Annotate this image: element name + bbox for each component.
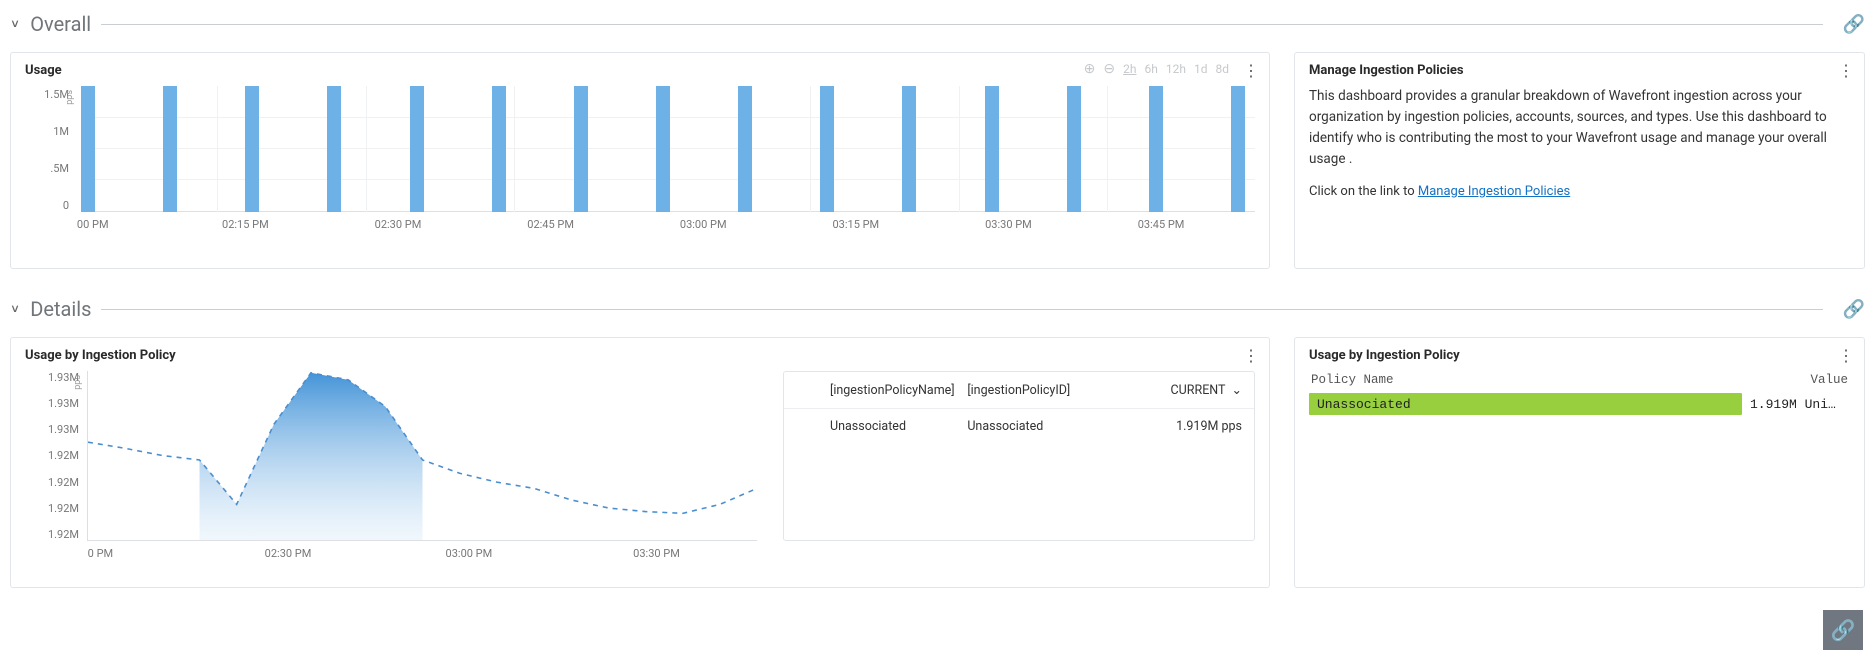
- bar: [902, 86, 916, 212]
- x-tick: 03:45 PM: [1138, 218, 1185, 231]
- x-tick: 03:00 PM: [446, 547, 493, 560]
- x-tick: 03:30 PM: [985, 218, 1032, 231]
- y-tick: 1.92M: [25, 476, 79, 489]
- y-tick: 1.92M: [25, 528, 79, 541]
- bar: [163, 86, 177, 212]
- time-range-6h[interactable]: 6h: [1145, 62, 1158, 76]
- col-value: Value: [1810, 373, 1848, 387]
- time-range-1d[interactable]: 1d: [1194, 62, 1208, 76]
- y-tick: 1M: [53, 125, 69, 138]
- col-policy-name[interactable]: [ingestionPolicyName]: [830, 383, 967, 398]
- bar: [985, 86, 999, 212]
- bar: [245, 86, 259, 212]
- policy-area-chart: pps 1.93M 1.93M 1.93M 1.92M 1.92M 1.92M …: [25, 371, 765, 571]
- divider: [101, 24, 1822, 25]
- chevron-down-icon: ∨: [10, 303, 20, 316]
- legend-current: 1.919M pps: [1105, 419, 1242, 434]
- card-title: Manage Ingestion Policies: [1309, 63, 1850, 78]
- permalink-button[interactable]: 🔗: [1823, 610, 1863, 650]
- card-menu-icon[interactable]: ⋮: [1838, 61, 1854, 80]
- card-title: Usage: [25, 63, 1255, 78]
- bar: [327, 86, 341, 212]
- x-tick: 03:15 PM: [832, 218, 879, 231]
- card-menu-icon[interactable]: ⋮: [1243, 61, 1259, 80]
- legend-name: Unassociated: [830, 419, 967, 434]
- y-axis-unit: pps: [73, 375, 83, 390]
- time-range-12h[interactable]: 12h: [1166, 62, 1186, 76]
- y-tick: 1.92M: [25, 502, 79, 515]
- bar: [1149, 86, 1163, 212]
- time-range-8d[interactable]: 8d: [1215, 62, 1229, 76]
- divider: [101, 309, 1822, 310]
- section-header-overall[interactable]: ∨ Overall 🔗: [10, 12, 1865, 36]
- section-title: Overall: [30, 12, 91, 36]
- row-name: Unassociated: [1317, 397, 1411, 412]
- bar: [574, 86, 588, 212]
- chevron-down-icon: ∨: [10, 18, 20, 31]
- bar: [656, 86, 670, 212]
- x-tick: 00 PM: [77, 218, 109, 231]
- info-link-prefix: Click on the link to: [1309, 184, 1418, 199]
- legend-row[interactable]: Unassociated Unassociated 1.919M pps: [784, 409, 1254, 444]
- info-card: Manage Ingestion Policies ⋮ This dashboa…: [1294, 52, 1865, 269]
- usage-bar-chart: pps 1.5M 1M .5M 0 00 PM: [25, 86, 1255, 256]
- card-menu-icon[interactable]: ⋮: [1243, 346, 1259, 365]
- info-body: This dashboard provides a granular break…: [1309, 86, 1850, 170]
- bar: [738, 86, 752, 212]
- manage-policies-link[interactable]: Manage Ingestion Policies: [1418, 184, 1570, 199]
- x-tick: 02:30 PM: [375, 218, 422, 231]
- y-tick: 1.93M: [25, 423, 79, 436]
- bar: [81, 86, 95, 212]
- policy-legend-table: [ingestionPolicyName] [ingestionPolicyID…: [783, 371, 1255, 541]
- x-tick: 02:30 PM: [265, 547, 312, 560]
- bar: [410, 86, 424, 212]
- link-icon: 🔗: [1831, 618, 1856, 642]
- col-policy-name: Policy Name: [1311, 373, 1394, 387]
- card-title: Usage by Ingestion Policy: [1309, 348, 1850, 363]
- zoom-out-icon[interactable]: ⊖: [1103, 61, 1115, 77]
- row-value: 1.919M Uni…: [1742, 397, 1850, 412]
- legend-id: Unassociated: [967, 419, 1104, 434]
- x-tick: 02:45 PM: [527, 218, 574, 231]
- policy-table-card: Usage by Ingestion Policy ⋮ Policy Name …: [1294, 337, 1865, 588]
- bar: [820, 86, 834, 212]
- value-bar: Unassociated: [1309, 393, 1742, 415]
- bar: [1231, 86, 1245, 212]
- chevron-down-icon: ⌄: [1232, 382, 1242, 398]
- info-link-line: Click on the link to Manage Ingestion Po…: [1309, 184, 1850, 199]
- bar: [492, 86, 506, 212]
- y-tick: .5M: [50, 162, 69, 175]
- bar: [1067, 86, 1081, 212]
- x-tick: 03:00 PM: [680, 218, 727, 231]
- card-title: Usage by Ingestion Policy: [25, 348, 1255, 363]
- policy-chart-card: Usage by Ingestion Policy ⋮ pps 1.93M 1.…: [10, 337, 1270, 588]
- y-tick: 1.93M: [25, 371, 79, 384]
- y-tick: 1.92M: [25, 449, 79, 462]
- zoom-in-icon[interactable]: ⊕: [1084, 61, 1096, 77]
- x-tick: 02:15 PM: [222, 218, 269, 231]
- x-tick: 03:30 PM: [633, 547, 680, 560]
- y-tick: 1.93M: [25, 397, 79, 410]
- time-range-controls: ⊕ ⊖ 2h 6h 12h 1d 8d: [1084, 61, 1229, 77]
- col-current[interactable]: CURRENT ⌄: [1105, 382, 1242, 398]
- table-row[interactable]: Unassociated 1.919M Uni…: [1309, 393, 1850, 415]
- x-tick: 0 PM: [88, 547, 113, 560]
- col-policy-id[interactable]: [ingestionPolicyID]: [967, 383, 1104, 398]
- section-title: Details: [30, 297, 91, 321]
- usage-card: Usage ⊕ ⊖ 2h 6h 12h 1d 8d ⋮ pps 1.5M 1M …: [10, 52, 1270, 269]
- link-icon[interactable]: 🔗: [1843, 14, 1865, 35]
- link-icon[interactable]: 🔗: [1843, 299, 1865, 320]
- card-menu-icon[interactable]: ⋮: [1838, 346, 1854, 365]
- time-range-2h[interactable]: 2h: [1123, 62, 1136, 76]
- section-header-details[interactable]: ∨ Details 🔗: [10, 297, 1865, 321]
